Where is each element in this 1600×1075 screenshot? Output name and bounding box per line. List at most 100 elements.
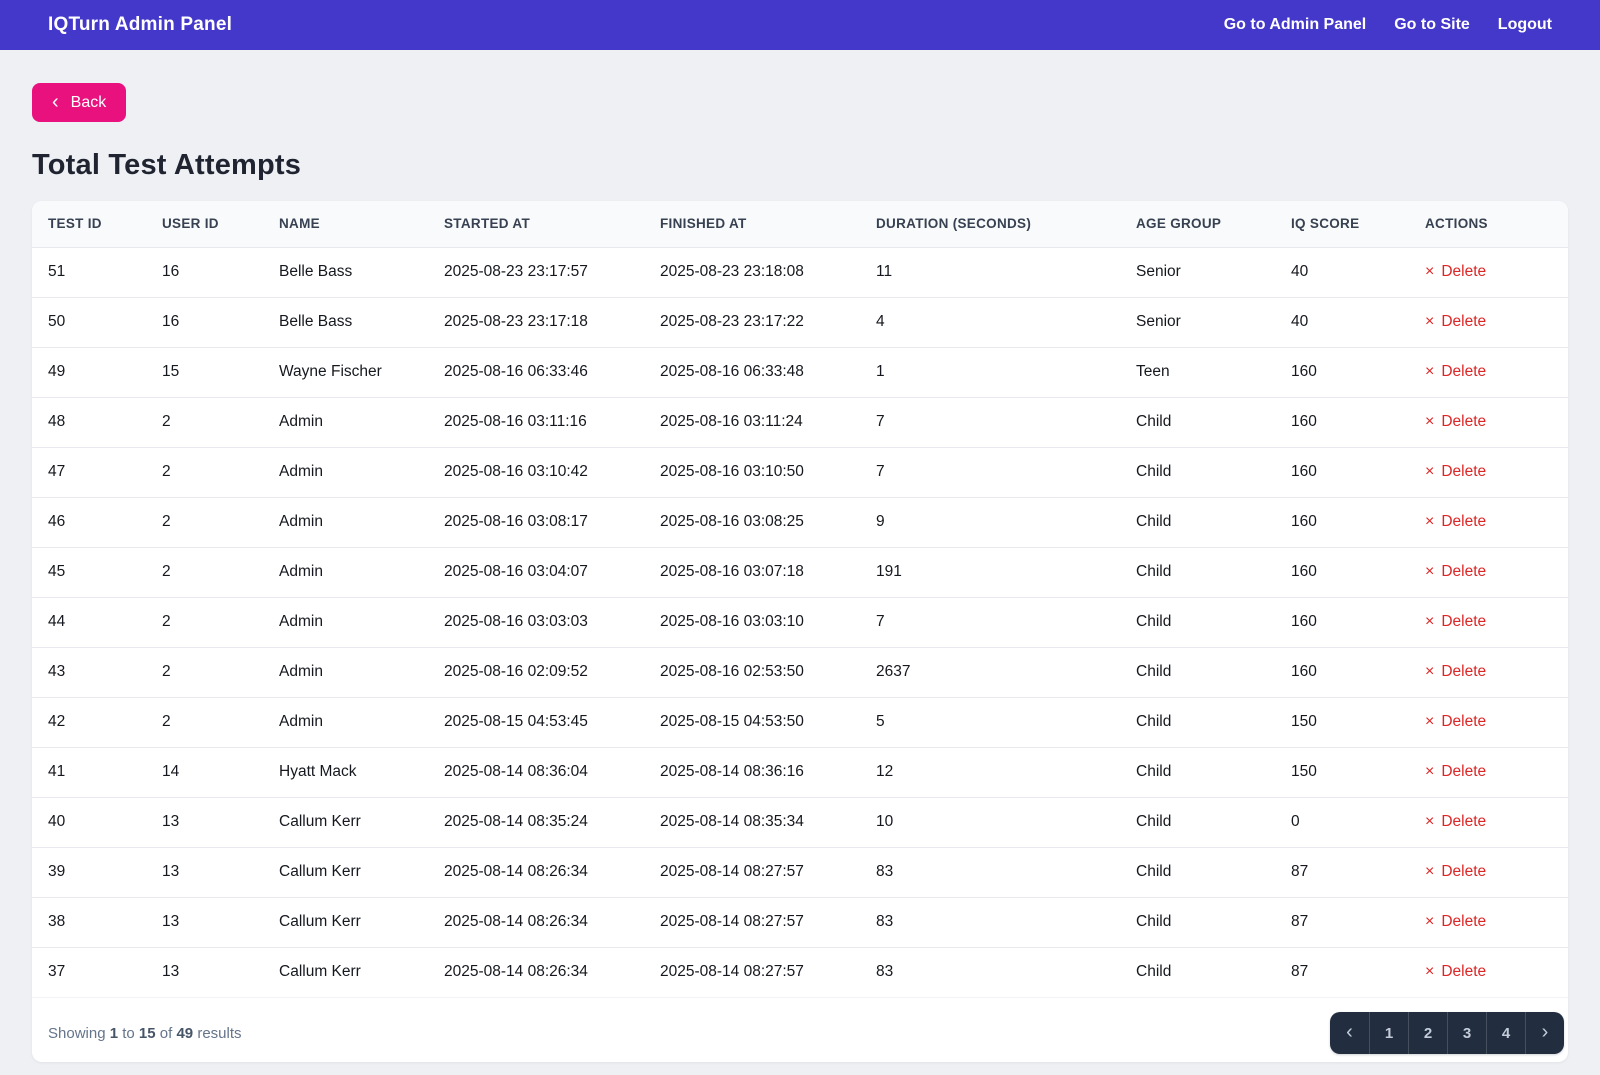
delete-button[interactable]: × Delete xyxy=(1425,613,1486,631)
cell-test-id: 39 xyxy=(32,846,146,897)
delete-button[interactable]: × Delete xyxy=(1425,513,1486,531)
cell-finished-at: 2025-08-16 03:11:24 xyxy=(644,396,860,447)
delete-x-icon: × xyxy=(1425,763,1435,780)
cell-started-at: 2025-08-23 23:17:18 xyxy=(428,296,644,347)
delete-button[interactable]: × Delete xyxy=(1425,563,1486,581)
test-attempts-card: TEST ID USER ID NAME STARTED AT FINISHED… xyxy=(32,201,1568,1062)
delete-label: Delete xyxy=(1441,713,1487,730)
cell-duration: 1 xyxy=(860,346,1120,397)
delete-button[interactable]: × Delete xyxy=(1425,413,1486,431)
delete-button[interactable]: × Delete xyxy=(1425,713,1486,731)
cell-age-group: Child xyxy=(1120,596,1275,647)
cell-duration: 83 xyxy=(860,946,1120,997)
cell-iq-score: 87 xyxy=(1275,896,1409,947)
column-header-name: NAME xyxy=(263,201,428,247)
cell-duration: 7 xyxy=(860,446,1120,497)
pagination-page-3[interactable]: 3 xyxy=(1447,1012,1486,1054)
cell-finished-at: 2025-08-14 08:27:57 xyxy=(644,896,860,947)
cell-actions: × Delete xyxy=(1409,646,1568,697)
delete-button[interactable]: × Delete xyxy=(1425,263,1486,281)
delete-x-icon: × xyxy=(1425,963,1435,981)
delete-button[interactable]: × Delete xyxy=(1425,863,1486,881)
cell-age-group: Senior xyxy=(1120,246,1275,297)
cell-test-id: 51 xyxy=(32,246,146,297)
pagination-page-1[interactable]: 1 xyxy=(1369,1012,1408,1054)
cell-age-group: Child xyxy=(1120,446,1275,497)
cell-age-group: Teen xyxy=(1120,346,1275,397)
delete-x-icon: × xyxy=(1425,463,1435,480)
cell-user-id: 2 xyxy=(146,446,263,497)
cell-name: Callum Kerr xyxy=(263,846,428,897)
cell-started-at: 2025-08-23 23:17:57 xyxy=(428,246,644,297)
cell-finished-at: 2025-08-16 02:53:50 xyxy=(644,646,860,697)
cell-finished-at: 2025-08-23 23:18:08 xyxy=(644,246,860,297)
delete-x-icon: × xyxy=(1425,813,1435,830)
delete-button[interactable]: × Delete xyxy=(1425,363,1486,381)
cell-name: Belle Bass xyxy=(263,296,428,347)
cell-test-id: 41 xyxy=(32,746,146,797)
pagination-prev-button[interactable]: ‹ xyxy=(1330,1012,1369,1054)
cell-iq-score: 160 xyxy=(1275,646,1409,697)
cell-name: Admin xyxy=(263,696,428,747)
cell-age-group: Child xyxy=(1120,496,1275,547)
cell-user-id: 14 xyxy=(146,746,263,797)
cell-iq-score: 0 xyxy=(1275,796,1409,847)
delete-button[interactable]: × Delete xyxy=(1425,913,1486,931)
column-header-finished-at: FINISHED AT xyxy=(644,201,860,247)
delete-x-icon: × xyxy=(1425,663,1435,680)
delete-label: Delete xyxy=(1441,363,1487,380)
summary-word: Showing xyxy=(48,1024,106,1042)
cell-actions: × Delete xyxy=(1409,496,1568,547)
cell-name: Callum Kerr xyxy=(263,896,428,947)
table-header: TEST ID USER ID NAME STARTED AT FINISHED… xyxy=(32,201,1568,247)
column-header-test-id: TEST ID xyxy=(32,201,146,247)
delete-x-icon: × xyxy=(1425,513,1435,530)
delete-x-icon: × xyxy=(1425,363,1435,380)
delete-button[interactable]: × Delete xyxy=(1425,963,1486,981)
cell-started-at: 2025-08-16 03:03:03 xyxy=(428,596,644,647)
cell-duration: 10 xyxy=(860,796,1120,847)
cell-user-id: 15 xyxy=(146,346,263,397)
delete-button[interactable]: × Delete xyxy=(1425,463,1486,481)
cell-duration: 4 xyxy=(860,296,1120,347)
topbar-nav: Go to Admin Panel Go to Site Logout xyxy=(1224,16,1552,34)
pagination: ‹ 1 2 3 4 › xyxy=(1330,1012,1564,1054)
pagination-page-4[interactable]: 4 xyxy=(1486,1012,1525,1054)
delete-button[interactable]: × Delete xyxy=(1425,313,1486,331)
cell-started-at: 2025-08-16 03:08:17 xyxy=(428,496,644,547)
cell-duration: 7 xyxy=(860,596,1120,647)
cell-name: Admin xyxy=(263,646,428,697)
column-header-actions: ACTIONS xyxy=(1409,201,1568,247)
pagination-page-2[interactable]: 2 xyxy=(1408,1012,1447,1054)
chevron-left-icon: ‹ xyxy=(52,90,59,113)
nav-link-go-to-admin-panel[interactable]: Go to Admin Panel xyxy=(1224,16,1367,34)
cell-iq-score: 150 xyxy=(1275,696,1409,747)
delete-button[interactable]: × Delete xyxy=(1425,763,1486,781)
cell-test-id: 50 xyxy=(32,296,146,347)
cell-finished-at: 2025-08-14 08:36:16 xyxy=(644,746,860,797)
delete-button[interactable]: × Delete xyxy=(1425,813,1486,831)
cell-test-id: 43 xyxy=(32,646,146,697)
table-row: 48 2 Admin 2025-08-16 03:11:16 2025-08-16 03… xyxy=(32,396,1568,447)
delete-button[interactable]: × Delete xyxy=(1425,663,1486,681)
delete-x-icon: × xyxy=(1425,713,1435,730)
table-row: 49 15 Wayne Fischer 2025-08-16 06:33:46 2025… xyxy=(32,346,1568,397)
cell-started-at: 2025-08-16 03:10:42 xyxy=(428,446,644,497)
back-button[interactable]: ‹ Back xyxy=(32,83,127,122)
cell-test-id: 48 xyxy=(32,396,146,447)
nav-link-go-to-site[interactable]: Go to Site xyxy=(1394,16,1470,34)
cell-test-id: 37 xyxy=(32,946,146,997)
table-row: 50 16 Belle Bass 2025-08-23 23:17:18 2025-08… xyxy=(32,296,1568,347)
cell-duration: 191 xyxy=(860,546,1120,597)
table-row: 37 13 Callum Kerr 2025-08-14 08:26:34 2025-0… xyxy=(32,946,1568,997)
table-footer: Showing 1 to 15 of 49 results ‹ 1 2 3 4 › xyxy=(32,997,1568,1062)
delete-label: Delete xyxy=(1441,813,1487,830)
delete-x-icon: × xyxy=(1425,563,1435,580)
cell-test-id: 38 xyxy=(32,896,146,947)
cell-test-id: 46 xyxy=(32,496,146,547)
nav-link-logout[interactable]: Logout xyxy=(1498,16,1552,34)
summary-word: of xyxy=(159,1024,173,1042)
pagination-next-button[interactable]: › xyxy=(1525,1012,1564,1054)
cell-started-at: 2025-08-14 08:26:34 xyxy=(428,846,644,897)
table-row: 47 2 Admin 2025-08-16 03:10:42 2025-08-16 03… xyxy=(32,446,1568,497)
